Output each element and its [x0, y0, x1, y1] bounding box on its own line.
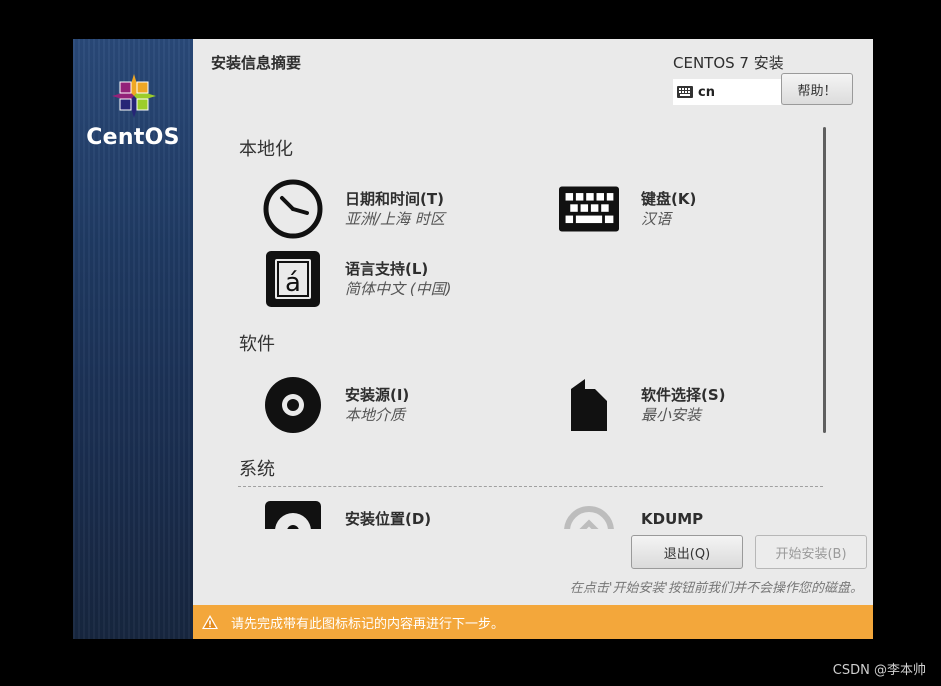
sidebar-brand: CentOS — [86, 125, 180, 150]
keyboard-icon — [559, 186, 619, 232]
spoke-keyboard-status: 汉语 — [641, 210, 672, 228]
hub-scrollbar[interactable] — [823, 127, 826, 433]
section-title-software: 软件 — [239, 334, 275, 355]
summary-hub: 本地化 日期和时间(T) 亚洲/上海 时区 键盘(K) 汉语 á 语言支持(L)… — [193, 119, 833, 529]
centos-logo-icon — [112, 74, 156, 118]
svg-text:á: á — [285, 268, 301, 298]
clock-icon — [263, 179, 323, 239]
keyboard-small-icon — [677, 86, 693, 98]
package-icon — [571, 379, 607, 431]
spoke-install-destination-name: 安装位置(D) — [345, 510, 432, 528]
kdump-icon — [564, 506, 614, 529]
disc-icon — [265, 377, 321, 433]
main-panel: 安装信息摘要 CENTOS 7 安装 cn 帮助！ 本地化 日期和时间(T) 亚… — [193, 39, 873, 605]
spoke-language[interactable]: á 语言支持(L) 简体中文 (中国) — [263, 249, 451, 309]
section-title-localization: 本地化 — [239, 139, 293, 160]
quit-button[interactable]: 退出(Q) — [631, 535, 743, 569]
spoke-keyboard[interactable]: 键盘(K) 汉语 — [559, 179, 696, 239]
spoke-software-selection[interactable]: 软件选择(S) 最小安装 — [559, 375, 726, 435]
page-title: 安装信息摘要 — [211, 54, 302, 72]
begin-install-button[interactable]: 开始安装(B) — [755, 535, 867, 569]
watermark: CSDN @李本帅 — [832, 663, 926, 678]
hard-disk-icon — [265, 501, 321, 529]
keyboard-layout-code: cn — [698, 84, 715, 100]
installer-window: CentOS 安装信息摘要 CENTOS 7 安装 cn 帮助！ 本地化 日期和… — [73, 39, 873, 639]
keyboard-layout-indicator[interactable]: cn — [673, 79, 781, 105]
spoke-software-selection-status: 最小安装 — [641, 406, 702, 424]
language-icon: á — [266, 251, 320, 307]
disk-notice: 在点击'开始安装'按钮前我们并不会操作您的磁盘。 — [569, 581, 863, 596]
section-title-system: 系统 — [239, 459, 275, 480]
spoke-language-name: 语言支持(L) — [345, 260, 429, 278]
spoke-install-source[interactable]: 安装源(I) 本地介质 — [263, 375, 409, 435]
warning-bar: 请先完成带有此图标标记的内容再进行下一步。 — [193, 605, 873, 639]
spoke-install-source-status: 本地介质 — [345, 406, 406, 424]
spoke-install-source-name: 安装源(I) — [345, 386, 410, 404]
help-button[interactable]: 帮助！ — [781, 73, 853, 105]
warning-icon — [202, 615, 218, 629]
spoke-datetime-status: 亚洲/上海 时区 — [345, 210, 445, 228]
sidebar: CentOS — [73, 39, 193, 639]
spoke-language-status: 简体中文 (中国) — [345, 280, 452, 298]
spoke-datetime-name: 日期和时间(T) — [345, 190, 444, 208]
scroll-edge-divider — [238, 486, 823, 487]
spoke-datetime[interactable]: 日期和时间(T) 亚洲/上海 时区 — [263, 179, 445, 239]
warning-text: 请先完成带有此图标标记的内容再进行下一步。 — [231, 616, 505, 632]
spoke-keyboard-name: 键盘(K) — [641, 190, 697, 208]
spoke-kdump[interactable]: KDUMP — [559, 499, 703, 529]
spoke-install-destination[interactable]: 安装位置(D) — [263, 499, 431, 529]
product-title: CENTOS 7 安装 — [673, 54, 784, 72]
spoke-software-selection-name: 软件选择(S) — [641, 386, 726, 404]
spoke-kdump-name: KDUMP — [641, 510, 704, 528]
